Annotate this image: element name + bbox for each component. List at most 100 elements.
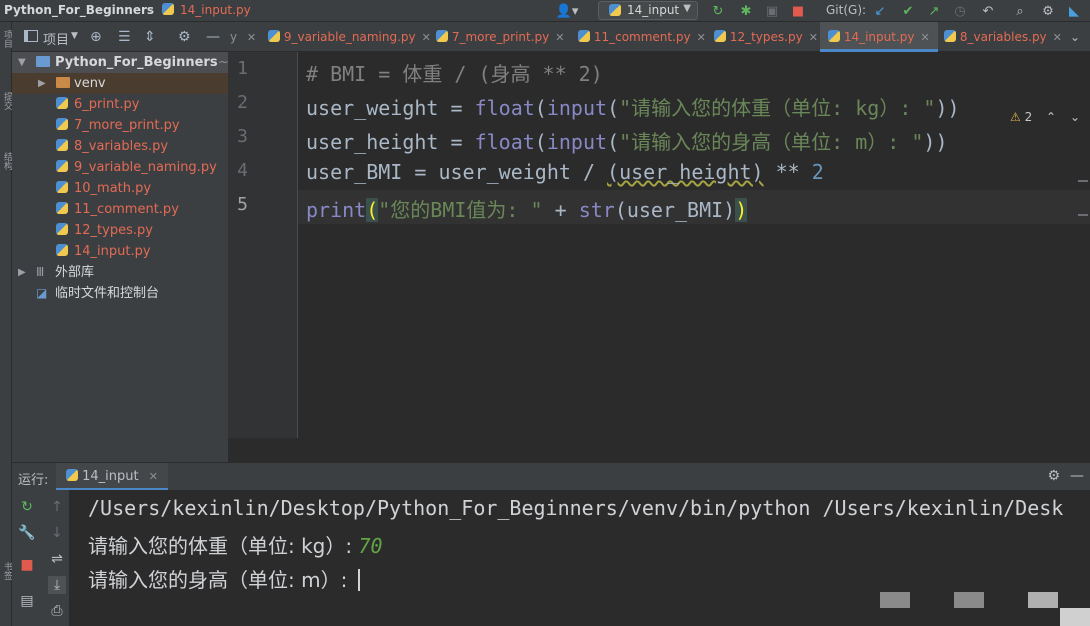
warning-count: 2 (1024, 110, 1033, 124)
history-icon[interactable]: ◷ (952, 3, 968, 19)
print-icon[interactable]: ⎙ (48, 602, 66, 620)
close-icon[interactable]: ✕ (921, 31, 930, 44)
line-number: 1 (237, 58, 248, 79)
tab-12-types[interactable]: 12_types.py ✕ (714, 22, 818, 52)
tree-item-file[interactable]: 6_print.py (12, 94, 228, 115)
code-line-2: user_weight = float(input("请输入您的体重（单位: k… (306, 96, 960, 120)
tree-root[interactable]: ▼ Python_For_Beginners ~ (12, 52, 229, 73)
breadcrumb-project[interactable]: Python_For_Beginners (4, 3, 154, 17)
text-cursor (357, 569, 360, 591)
close-icon[interactable]: ✕ (149, 470, 158, 483)
locate-icon[interactable]: ⊕ (90, 29, 102, 45)
tree-item-scratches[interactable]: ◪ 临时文件和控制台 (12, 283, 228, 304)
tab-7-more-print[interactable]: 7_more_print.py ✕ (436, 22, 565, 52)
tab-8-variables[interactable]: 8_variables.py ✕ (944, 22, 1062, 52)
tree-item-venv[interactable]: ▶ venv (12, 73, 228, 94)
code-line-3: user_height = float(input("请输入您的身高（单位: m… (306, 130, 948, 154)
python-file-icon (56, 178, 68, 199)
chevron-up-icon[interactable]: ⌃ (1046, 110, 1056, 124)
inspection-widget[interactable]: ⚠ 2 ⌃ ⌄ (1010, 110, 1080, 124)
tree-item-file[interactable]: 10_math.py (12, 178, 228, 199)
account-icon[interactable]: 👤▾ (554, 3, 580, 19)
collapse-all-icon[interactable]: ⇕ (144, 29, 156, 45)
layout-icon[interactable]: ▤ (18, 592, 36, 610)
blurred-overlay (1060, 608, 1090, 626)
console-command-line: /Users/kexinlin/Desktop/Python_For_Begin… (88, 496, 1064, 520)
run-console[interactable]: /Users/kexinlin/Desktop/Python_For_Begin… (70, 490, 1090, 626)
close-icon[interactable]: ✕ (1053, 31, 1062, 44)
line-number-gutter: 1 2 3 4 5 (228, 52, 298, 438)
close-icon[interactable]: ✕ (697, 31, 706, 44)
tree-item-file[interactable]: 8_variables.py (12, 136, 228, 157)
gear-icon[interactable]: ⚙ (178, 29, 191, 45)
chevron-down-icon: ▼ (683, 3, 691, 14)
tree-item-file[interactable]: 7_more_print.py (12, 115, 228, 136)
arrow-down-icon[interactable]: ↓ (48, 524, 66, 542)
python-file-icon (56, 94, 68, 115)
tree-item-label: 12_types.py (74, 223, 153, 238)
wrench-icon[interactable]: 🔧 (18, 524, 36, 542)
run-tab-14-input[interactable]: 14_input ✕ (56, 463, 168, 491)
rerun-icon[interactable]: ↻ (18, 498, 36, 516)
arrow-up-icon[interactable]: ↑ (48, 498, 66, 516)
python-file-icon (56, 136, 68, 157)
tree-item-label: 6_print.py (74, 97, 140, 112)
soft-wrap-icon[interactable]: ⇌ (48, 550, 66, 568)
rollback-icon[interactable]: ↶ (980, 3, 996, 19)
folder-icon (36, 52, 50, 73)
tab-9-variable-naming[interactable]: 9_variable_naming.py ✕ (268, 22, 431, 52)
stop-icon[interactable]: ■ (790, 3, 806, 19)
rerun-icon[interactable]: ↻ (710, 3, 726, 19)
tree-item-label: 7_more_print.py (74, 118, 180, 133)
code-editor[interactable]: # BMI = 体重 / (身高 ** 2) user_weight = flo… (298, 52, 1090, 438)
stop-icon[interactable]: ■ (18, 556, 36, 574)
breadcrumb-file-icon (162, 3, 174, 17)
chevron-down-icon[interactable]: ⌄ (1070, 22, 1080, 52)
coverage-icon[interactable]: ▣ (764, 3, 780, 19)
gear-icon[interactable]: ⚙ (1040, 3, 1056, 19)
scroll-to-end-icon[interactable]: ⤓ (48, 576, 66, 594)
plugin-icon[interactable]: ◣ (1066, 3, 1082, 19)
git-commit-icon[interactable]: ✔ (900, 3, 916, 19)
project-toolbar: 项目 ▼ ⊕ ☰ ⇕ ⚙ — (12, 22, 228, 52)
search-icon[interactable]: ⌕ (1012, 3, 1028, 19)
chevron-down-icon: ▼ (18, 57, 26, 68)
tree-item-external-libraries[interactable]: ▶ Ⅲ 外部库 (12, 262, 228, 283)
git-update-icon[interactable]: ↙ (872, 3, 888, 19)
code-line-5: print("您的BMI值为: " + str(user_BMI)) (306, 198, 748, 222)
git-push-icon[interactable]: ↗ (926, 3, 942, 19)
tree-root-label: Python_For_Beginners (55, 55, 218, 70)
python-file-icon (56, 115, 68, 136)
chevron-down-icon[interactable]: ⌄ (1070, 110, 1080, 124)
run-config-select[interactable]: 14_input ▼ (598, 1, 698, 20)
tree-item-label: 14_input.py (74, 244, 151, 259)
scrollbar-marker (1078, 180, 1088, 182)
tree-item-file[interactable]: 12_types.py (12, 220, 228, 241)
tree-item-file[interactable]: 14_input.py (12, 241, 228, 262)
tree-item-label: 临时文件和控制台 (55, 286, 160, 301)
close-icon[interactable]: ✕ (809, 31, 818, 44)
blurred-overlay (1028, 592, 1058, 608)
debug-icon[interactable]: ✱ (738, 3, 754, 19)
tree-item-file[interactable]: 9_variable_naming.py (12, 157, 228, 178)
close-icon[interactable]: ✕ (555, 31, 564, 44)
run-panel-toolbar: ↻ ↑ 🔧 ↓ ■ ⇌ ⤓ ▤ ⎙ (12, 490, 70, 626)
console-output-line: 请输入您的体重（单位: kg）: 70 (88, 534, 383, 558)
expand-all-icon[interactable]: ☰ (118, 29, 131, 45)
run-panel-header: 运行: 14_input ✕ ⚙ — (12, 462, 1090, 491)
run-panel-label: 运行: (18, 473, 49, 488)
tab-14-input[interactable]: 14_input.py ✕ (820, 22, 938, 52)
gear-icon[interactable]: ⚙ (1047, 468, 1060, 484)
tree-item-label: venv (74, 76, 106, 91)
tab-11-comment[interactable]: 11_comment.py ✕ (578, 22, 706, 52)
minimize-icon[interactable]: — (206, 29, 220, 45)
run-config-icon (609, 4, 621, 18)
scratch-icon: ◪ (36, 286, 48, 300)
tree-item-label: 9_variable_naming.py (74, 160, 217, 175)
minimize-icon[interactable]: — (1070, 468, 1084, 484)
close-icon[interactable]: ✕ (422, 31, 431, 44)
breadcrumb-file[interactable]: 14_input.py (180, 3, 251, 17)
project-panel-title[interactable]: 项目 (43, 29, 69, 48)
chevron-down-icon[interactable]: ▼ (71, 31, 78, 41)
tree-item-file[interactable]: 11_comment.py (12, 199, 228, 220)
